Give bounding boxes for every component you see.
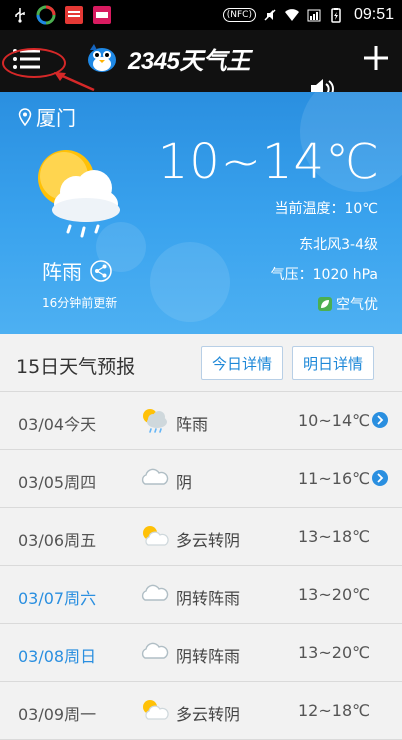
messages-app-icon: [93, 6, 111, 24]
forecast-temp: 12~18℃: [298, 701, 371, 720]
forecast-header: 15日天气预报 今日详情 明日详情: [0, 334, 402, 392]
forecast-condition: 阴: [176, 473, 193, 492]
nfc-indicator: (NFC): [222, 8, 256, 22]
forecast-list: 03/04今天 阵雨 10~14℃ 03/05周四 阴 11~16℃ 03/06…: [0, 392, 402, 740]
forecast-row[interactable]: 03/07周六 阴转阵雨 13~20℃: [0, 566, 402, 624]
forecast-date: 03/09周一: [18, 705, 97, 724]
cloud-icon: [141, 642, 169, 659]
update-time: 16分钟前更新: [42, 296, 118, 310]
forecast-temp: 13~18℃: [298, 527, 371, 546]
temperature-range: 10~14℃: [157, 134, 380, 190]
background-bokeh: [150, 242, 230, 322]
air-quality-text: 空气优: [336, 297, 378, 313]
forecast-condition: 阴转阵雨: [176, 589, 241, 608]
forecast-condition: 多云转阴: [176, 705, 241, 724]
wind-info: 东北风3-4级: [299, 237, 378, 253]
air-quality[interactable]: 空气优: [318, 294, 378, 314]
tomorrow-details-button[interactable]: 明日详情: [292, 346, 375, 380]
share-icon[interactable]: [90, 259, 112, 282]
sun-cloud-rain-icon: [38, 150, 120, 238]
cloud-icon: [141, 468, 169, 485]
today-details-button[interactable]: 今日详情: [201, 346, 284, 380]
forecast-date: 03/05周四: [18, 473, 97, 492]
forecast-row[interactable]: 03/09周一 多云转阴 12~18℃: [0, 682, 402, 740]
forecast-condition: 阵雨: [176, 415, 209, 434]
current-weather-panel: 厦门 阵雨 16分钟前更新 10~14℃ 当前温度：10℃ 东北风3-4级 气压…: [0, 92, 402, 334]
forecast-row[interactable]: 03/08周日 阴转阵雨 13~20℃: [0, 624, 402, 682]
news-app-icon: [65, 6, 83, 24]
forecast-title: 15日天气预报: [16, 356, 136, 378]
sun-cloud-rain-icon: [143, 409, 167, 433]
battery-icon: [331, 8, 341, 23]
leaf-icon: [318, 297, 332, 311]
app-logo: 2345天气王: [82, 38, 250, 78]
sync-app-icon: [36, 5, 56, 25]
forecast-condition: 多云转阴: [176, 531, 241, 550]
add-city-icon[interactable]: [358, 40, 394, 76]
city-name: 厦门: [36, 106, 76, 130]
clock: 09:51: [353, 6, 394, 23]
city-selector[interactable]: 厦门: [18, 102, 76, 131]
weather-description: 阵雨: [42, 256, 112, 285]
status-bar: (NFC) 09:51: [0, 0, 402, 30]
wifi-icon: [284, 9, 299, 21]
annotation-arrow: [54, 72, 95, 92]
forecast-row[interactable]: 03/04今天 阵雨 10~14℃: [0, 392, 402, 450]
forecast-temp: 13~20℃: [298, 643, 371, 662]
forecast-row[interactable]: 03/05周四 阴 11~16℃: [0, 450, 402, 508]
forecast-date: 03/06周五: [18, 531, 97, 550]
chevron-right-icon[interactable]: [372, 412, 388, 428]
chevron-right-icon[interactable]: [372, 470, 388, 486]
forecast-temp: 11~16℃: [298, 469, 371, 488]
partly-cloudy-icon: [143, 526, 169, 546]
location-pin-icon: [18, 107, 32, 126]
signal-icon: [307, 9, 321, 22]
mute-icon: [264, 9, 276, 21]
forecast-temp: 13~20℃: [298, 585, 371, 604]
menu-icon[interactable]: [10, 44, 44, 74]
cloud-icon: [141, 584, 169, 601]
forecast-date: 03/04今天: [18, 415, 97, 434]
usb-icon: [15, 8, 25, 23]
condition-text: 阵雨: [42, 260, 82, 284]
forecast-date: 03/08周日: [18, 647, 97, 666]
forecast-row[interactable]: 03/06周五 多云转阴 13~18℃: [0, 508, 402, 566]
forecast-date: 03/07周六: [18, 589, 97, 608]
app-logo-text: 2345天气王: [128, 47, 250, 75]
forecast-condition: 阴转阵雨: [176, 647, 241, 666]
pressure-info: 气压：1020 hPa: [270, 267, 378, 283]
current-temperature: 当前温度：10℃: [274, 201, 378, 217]
forecast-temp: 10~14℃: [298, 411, 371, 430]
